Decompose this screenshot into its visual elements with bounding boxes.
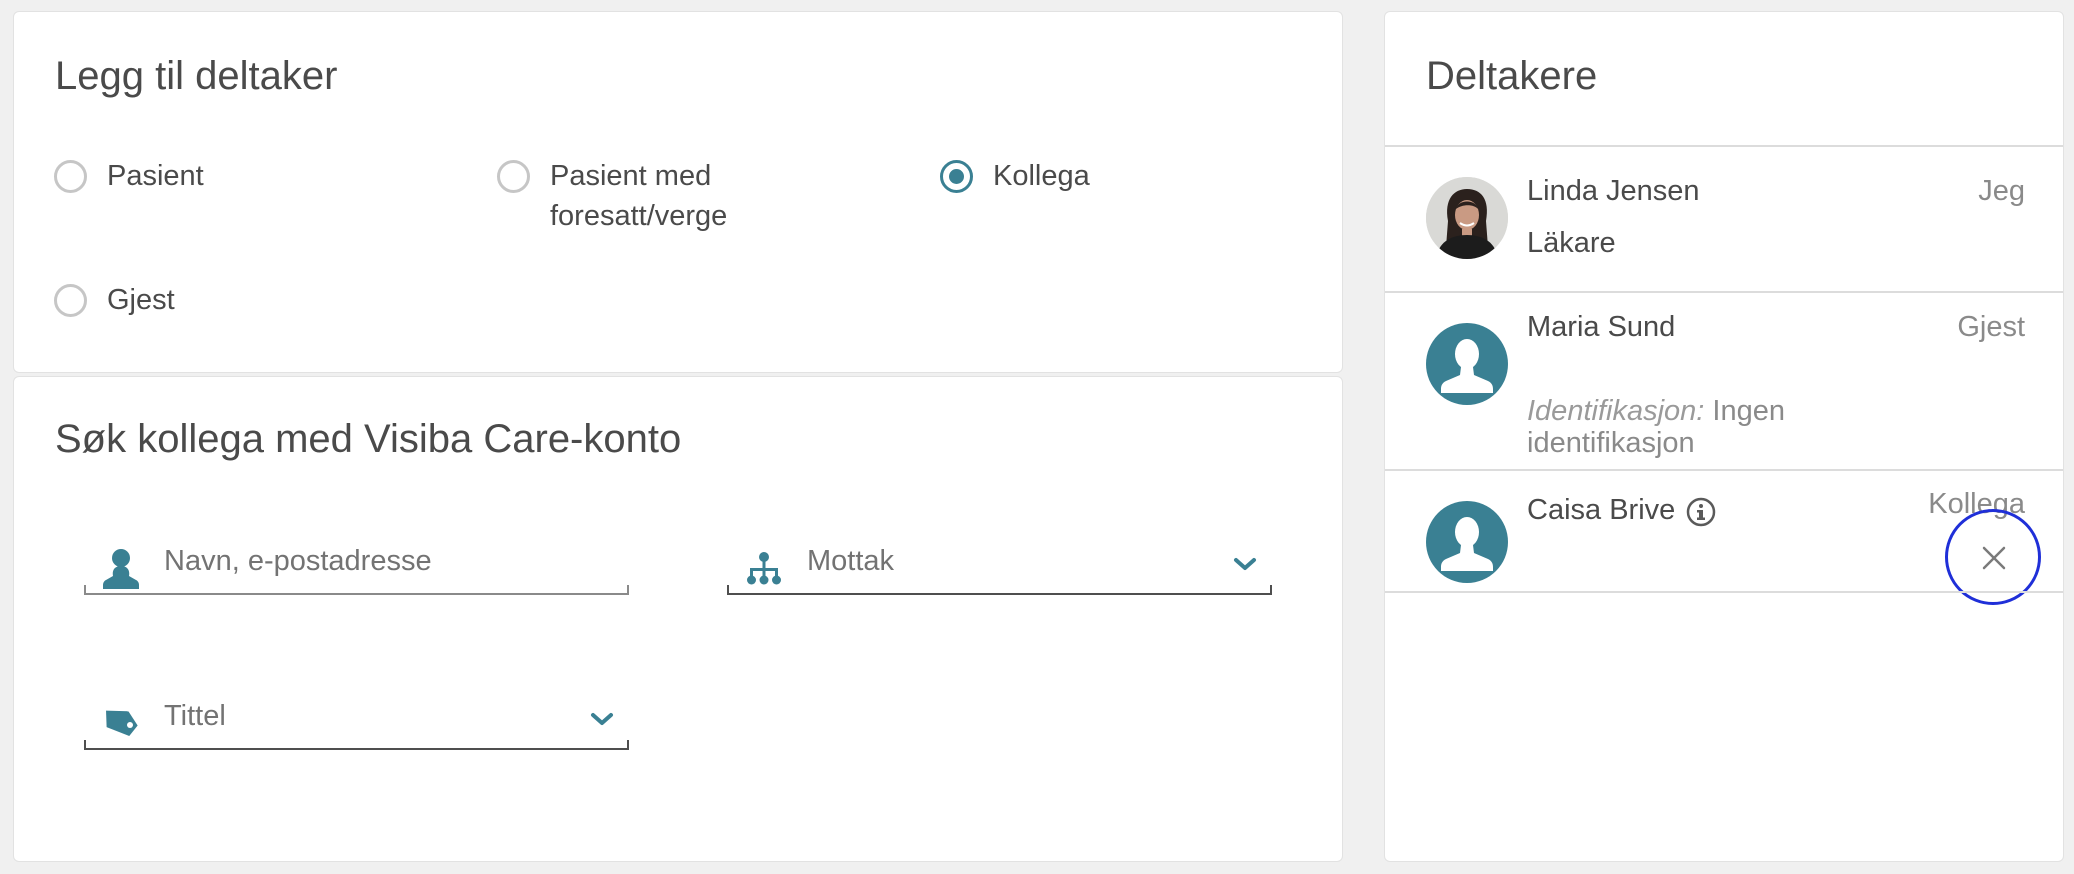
participant-role: Gjest — [1957, 311, 2025, 343]
participant-role: Jeg — [1978, 175, 2025, 207]
participant-name: Caisa Brive — [1527, 494, 1676, 526]
unit-select-value: Mottak — [807, 545, 895, 577]
add-participant-card: Legg til deltaker Pasient Pasient med fo… — [13, 11, 1343, 373]
person-placeholder-icon — [1441, 339, 1493, 393]
chevron-down-icon[interactable] — [1232, 555, 1258, 573]
radio-label: Kollega — [993, 160, 1090, 192]
participant-identification: Identifikasjon: Ingen identifikasjon — [1527, 395, 1847, 459]
participant-title: Läkare — [1527, 227, 1616, 259]
chevron-down-icon[interactable] — [589, 710, 615, 728]
avatar-photo-icon — [1426, 177, 1508, 259]
radio-circle[interactable] — [497, 160, 530, 193]
close-icon — [1982, 546, 2006, 570]
radio-circle[interactable] — [54, 160, 87, 193]
participant-row: Maria Sund Gjest Identifikasjon: Ingen i… — [1385, 293, 2063, 469]
radio-gjest[interactable]: Gjest — [54, 284, 175, 320]
divider — [1385, 591, 2063, 593]
person-placeholder-icon — [1441, 517, 1493, 571]
radio-label: Gjest — [107, 284, 175, 316]
participants-card: Deltakere Linda Jensen Jeg Läkare Maria … — [1384, 11, 2064, 862]
avatar — [1426, 501, 1508, 583]
person-icon — [103, 549, 139, 589]
avatar — [1426, 177, 1508, 259]
search-colleague-title: Søk kollega med Visiba Care-konto — [55, 417, 682, 461]
radio-pasient-med-foresatt[interactable]: Pasient med foresatt/verge — [497, 160, 727, 236]
tag-icon — [106, 710, 138, 737]
search-colleague-card: Søk kollega med Visiba Care-konto Navn, … — [13, 376, 1343, 862]
title-select[interactable]: Tittel — [84, 690, 629, 750]
info-icon[interactable] — [1686, 497, 1716, 527]
participant-name: Maria Sund — [1527, 311, 1676, 343]
participants-title: Deltakere — [1426, 54, 1598, 98]
participant-row: Linda Jensen Jeg Läkare — [1385, 147, 2063, 291]
radio-label-line2: foresatt/verge — [550, 200, 728, 232]
add-participant-title: Legg til deltaker — [55, 54, 338, 98]
org-chart-icon — [747, 552, 781, 585]
participant-row: Caisa Brive Kollega — [1385, 471, 2063, 605]
radio-label-line1: Pasient med — [550, 160, 712, 192]
radio-label: Pasient med foresatt/verge — [550, 156, 727, 236]
name-email-placeholder: Navn, e-postadresse — [164, 545, 432, 577]
radio-circle[interactable] — [54, 284, 87, 317]
unit-select[interactable]: Mottak — [727, 535, 1272, 595]
radio-pasient[interactable]: Pasient — [54, 160, 204, 196]
radio-label: Pasient — [107, 160, 204, 192]
name-email-input[interactable]: Navn, e-postadresse — [84, 535, 629, 595]
identification-label: Identifikasjon: — [1527, 395, 1705, 427]
radio-circle-checked[interactable] — [940, 160, 973, 193]
title-select-value: Tittel — [164, 700, 226, 732]
radio-kollega[interactable]: Kollega — [940, 160, 1090, 196]
avatar — [1426, 323, 1508, 405]
participant-name: Linda Jensen — [1527, 175, 1700, 207]
